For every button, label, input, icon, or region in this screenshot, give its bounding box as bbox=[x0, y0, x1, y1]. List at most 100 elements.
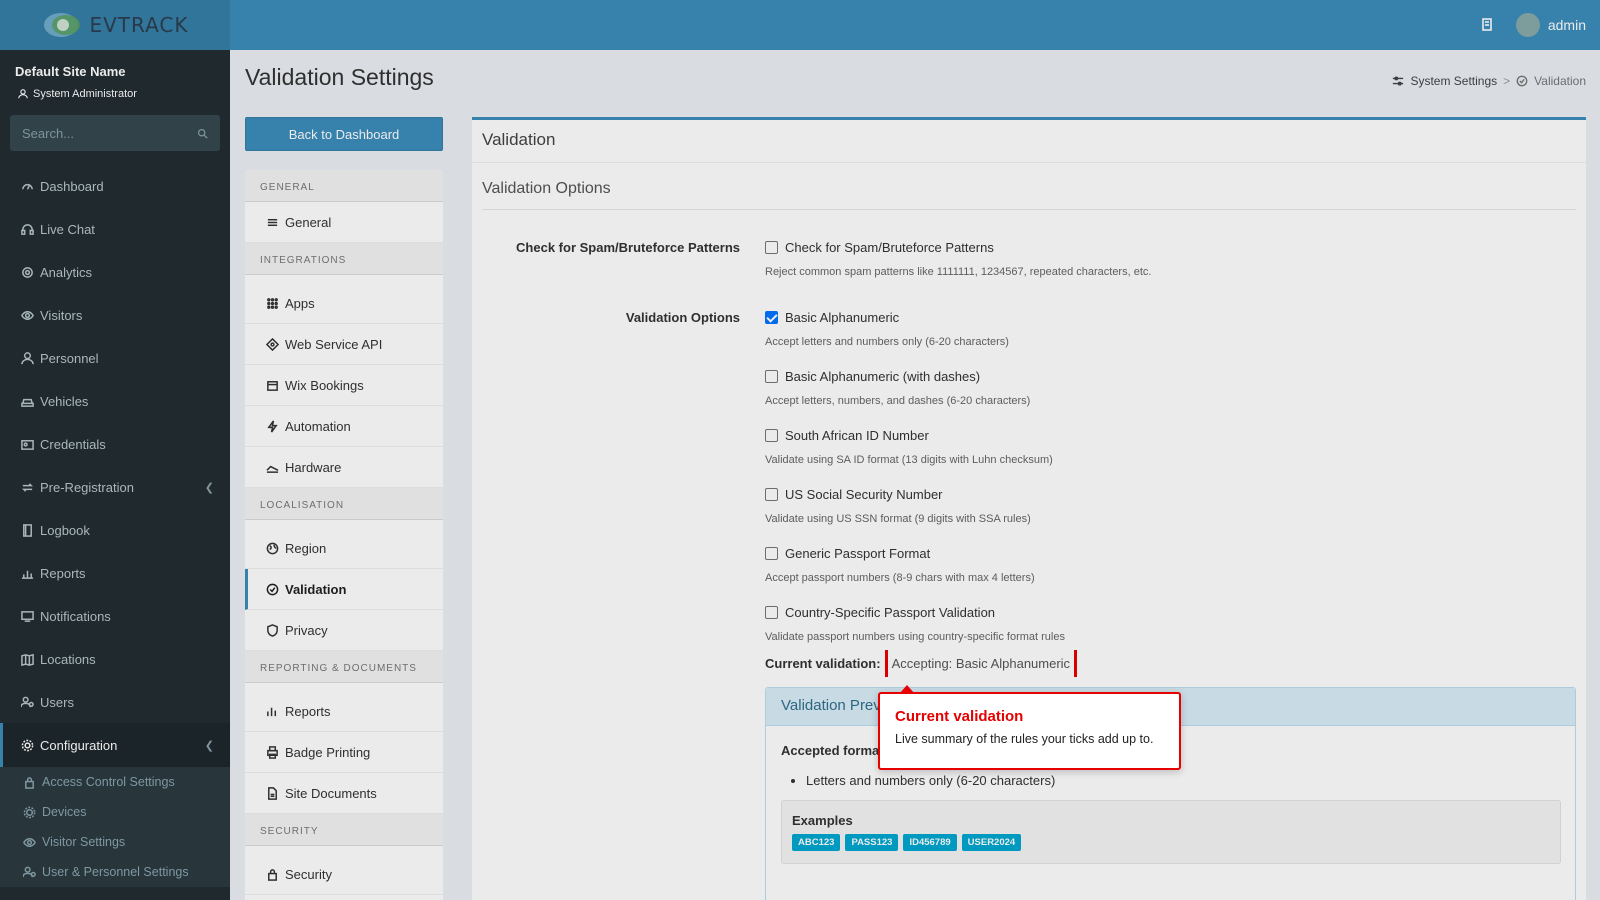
spam-checkbox[interactable]: Check for Spam/Bruteforce Patterns bbox=[765, 240, 994, 255]
example-badge: ID456789 bbox=[903, 834, 957, 851]
sidebar-item-label: Configuration bbox=[40, 737, 118, 753]
current-validation-label: Current validation: bbox=[765, 656, 881, 671]
sidebar-subitem-label: User & Personnel Settings bbox=[42, 865, 189, 879]
settings-nav-label: Reports bbox=[285, 703, 331, 719]
settings-nav-label: Privacy bbox=[285, 622, 328, 638]
logo-icon bbox=[44, 13, 81, 37]
sidebar-item-pre-registration[interactable]: Pre-Registration ❮ bbox=[0, 465, 230, 509]
help-text: Reject common spam patterns like 1111111… bbox=[765, 266, 1152, 278]
sidebar-item-label: Dashboard bbox=[40, 178, 104, 194]
building-icon[interactable] bbox=[1480, 17, 1494, 34]
sidebar-item-label: Visitors bbox=[40, 307, 83, 323]
section-title: Validation Options bbox=[482, 180, 611, 197]
user-menu[interactable]: admin bbox=[1515, 13, 1586, 37]
sidebar-item-label: Personnel bbox=[40, 350, 99, 366]
checkbox[interactable] bbox=[765, 429, 778, 442]
sidebar-search[interactable] bbox=[10, 115, 220, 151]
settings-nav-site-documents[interactable]: Site Documents bbox=[245, 773, 443, 814]
option-generic-passport[interactable]: Generic Passport Format bbox=[765, 546, 930, 561]
sidebar-item-locations[interactable]: Locations bbox=[0, 637, 230, 681]
checkbox[interactable] bbox=[765, 241, 778, 254]
breadcrumb-validation: Validation bbox=[1534, 74, 1586, 88]
shield-icon bbox=[265, 623, 279, 637]
settings-nav-header: LOCALISATION bbox=[245, 488, 443, 520]
eye-icon bbox=[22, 835, 36, 849]
settings-nav-label: Region bbox=[285, 540, 327, 556]
globe-icon bbox=[265, 541, 279, 555]
sidebar-item-personnel[interactable]: Personnel bbox=[0, 336, 230, 380]
option-country-passport[interactable]: Country-Specific Passport Validation bbox=[765, 605, 995, 620]
sidebar-item-vehicles[interactable]: Vehicles bbox=[0, 379, 230, 423]
user-tie-icon bbox=[20, 351, 34, 365]
settings-nav-label: Hardware bbox=[285, 459, 342, 475]
checkbox-label: Basic Alphanumeric bbox=[785, 310, 900, 325]
settings-nav-label: Web Service API bbox=[285, 336, 383, 352]
checkbox[interactable] bbox=[765, 606, 778, 619]
avatar bbox=[1515, 13, 1540, 37]
checkbox-label: Check for Spam/Bruteforce Patterns bbox=[785, 240, 994, 255]
option-basic-alphanumeric[interactable]: Basic Alphanumeric bbox=[765, 310, 899, 325]
sidebar-subitem-user-personnel[interactable]: User & Personnel Settings bbox=[0, 857, 230, 887]
search-input[interactable] bbox=[22, 125, 172, 141]
current-validation-value: Accepting: Basic Alphanumeric bbox=[884, 650, 1078, 677]
user-role: System Administrator bbox=[18, 88, 137, 100]
breadcrumb-separator: > bbox=[1503, 74, 1511, 88]
sidebar-item-label: Notifications bbox=[40, 608, 111, 624]
current-validation: Current validation: Accepting: Basic Alp… bbox=[765, 650, 1078, 677]
check-circle-icon bbox=[1516, 75, 1528, 87]
option-alphanumeric-dashes[interactable]: Basic Alphanumeric (with dashes) bbox=[765, 369, 980, 384]
settings-nav-wix-bookings[interactable]: Wix Bookings bbox=[245, 365, 443, 406]
settings-nav-security[interactable]: Security bbox=[245, 854, 443, 895]
car-icon bbox=[20, 394, 34, 408]
sidebar-item-live-chat[interactable]: Live Chat bbox=[0, 207, 230, 251]
logo-text: EVTRACK bbox=[89, 13, 189, 37]
checkbox[interactable] bbox=[765, 370, 778, 383]
sidebar-item-label: Reports bbox=[40, 565, 86, 581]
checkbox[interactable] bbox=[765, 311, 778, 324]
sidebar-item-users[interactable]: Users bbox=[0, 680, 230, 724]
list-icon bbox=[265, 215, 279, 229]
sidebar-item-configuration[interactable]: Configuration ❮ bbox=[0, 723, 230, 767]
sidebar-item-logbook[interactable]: Logbook bbox=[0, 508, 230, 552]
sidebar-item-label: Live Chat bbox=[40, 221, 95, 237]
sidebar-subitem-access-control[interactable]: Access Control Settings bbox=[0, 767, 230, 797]
site-name: Default Site Name bbox=[15, 64, 126, 79]
checkbox[interactable] bbox=[765, 547, 778, 560]
settings-nav-automation[interactable]: Automation bbox=[245, 406, 443, 447]
settings-nav-region[interactable]: Region bbox=[245, 528, 443, 569]
logo[interactable]: EVTRACK bbox=[0, 0, 230, 50]
sidebar-item-analytics[interactable]: Analytics bbox=[0, 250, 230, 294]
settings-nav-apps[interactable]: Apps bbox=[245, 283, 443, 324]
sidebar-item-notifications[interactable]: Notifications bbox=[0, 594, 230, 638]
search-icon[interactable] bbox=[197, 128, 208, 139]
sidebar-subitem-visitor-settings[interactable]: Visitor Settings bbox=[0, 827, 230, 857]
sidebar-item-credentials[interactable]: Credentials bbox=[0, 422, 230, 466]
help-text: Validate passport numbers using country-… bbox=[765, 631, 1065, 643]
sidebar-item-visitors[interactable]: Visitors bbox=[0, 293, 230, 337]
settings-nav-hardware[interactable]: Hardware bbox=[245, 447, 443, 488]
example-badge: ABC123 bbox=[792, 834, 841, 851]
settings-nav-reports[interactable]: Reports bbox=[245, 691, 443, 732]
calendar-icon bbox=[265, 378, 279, 392]
option-sa-id[interactable]: South African ID Number bbox=[765, 428, 929, 443]
sidebar-subitem-devices[interactable]: Devices bbox=[0, 797, 230, 827]
option-us-ssn[interactable]: US Social Security Number bbox=[765, 487, 943, 502]
sidebar-item-reports[interactable]: Reports bbox=[0, 551, 230, 595]
back-to-dashboard-button[interactable]: Back to Dashboard bbox=[245, 117, 443, 151]
users-icon bbox=[22, 865, 36, 879]
sidebar-subitem-label: Devices bbox=[42, 805, 87, 819]
list-item: Letters and numbers only (6-20 character… bbox=[806, 773, 1055, 788]
checkbox-label: Generic Passport Format bbox=[785, 546, 931, 561]
settings-nav-label: Validation bbox=[285, 581, 347, 597]
breadcrumb-system-settings[interactable]: System Settings bbox=[1410, 74, 1497, 88]
checkbox[interactable] bbox=[765, 488, 778, 501]
settings-nav-general[interactable]: General bbox=[245, 202, 443, 243]
settings-nav-label: Security bbox=[285, 866, 332, 882]
settings-nav-badge-printing[interactable]: Badge Printing bbox=[245, 732, 443, 773]
tour-tooltip: Current validation Live summary of the r… bbox=[878, 685, 1181, 770]
settings-nav-privacy[interactable]: Privacy bbox=[245, 610, 443, 651]
exchange-icon bbox=[20, 480, 34, 494]
sidebar-item-dashboard[interactable]: Dashboard bbox=[0, 164, 230, 208]
settings-nav-web-service-api[interactable]: Web Service API bbox=[245, 324, 443, 365]
settings-nav-validation[interactable]: Validation bbox=[245, 569, 443, 610]
